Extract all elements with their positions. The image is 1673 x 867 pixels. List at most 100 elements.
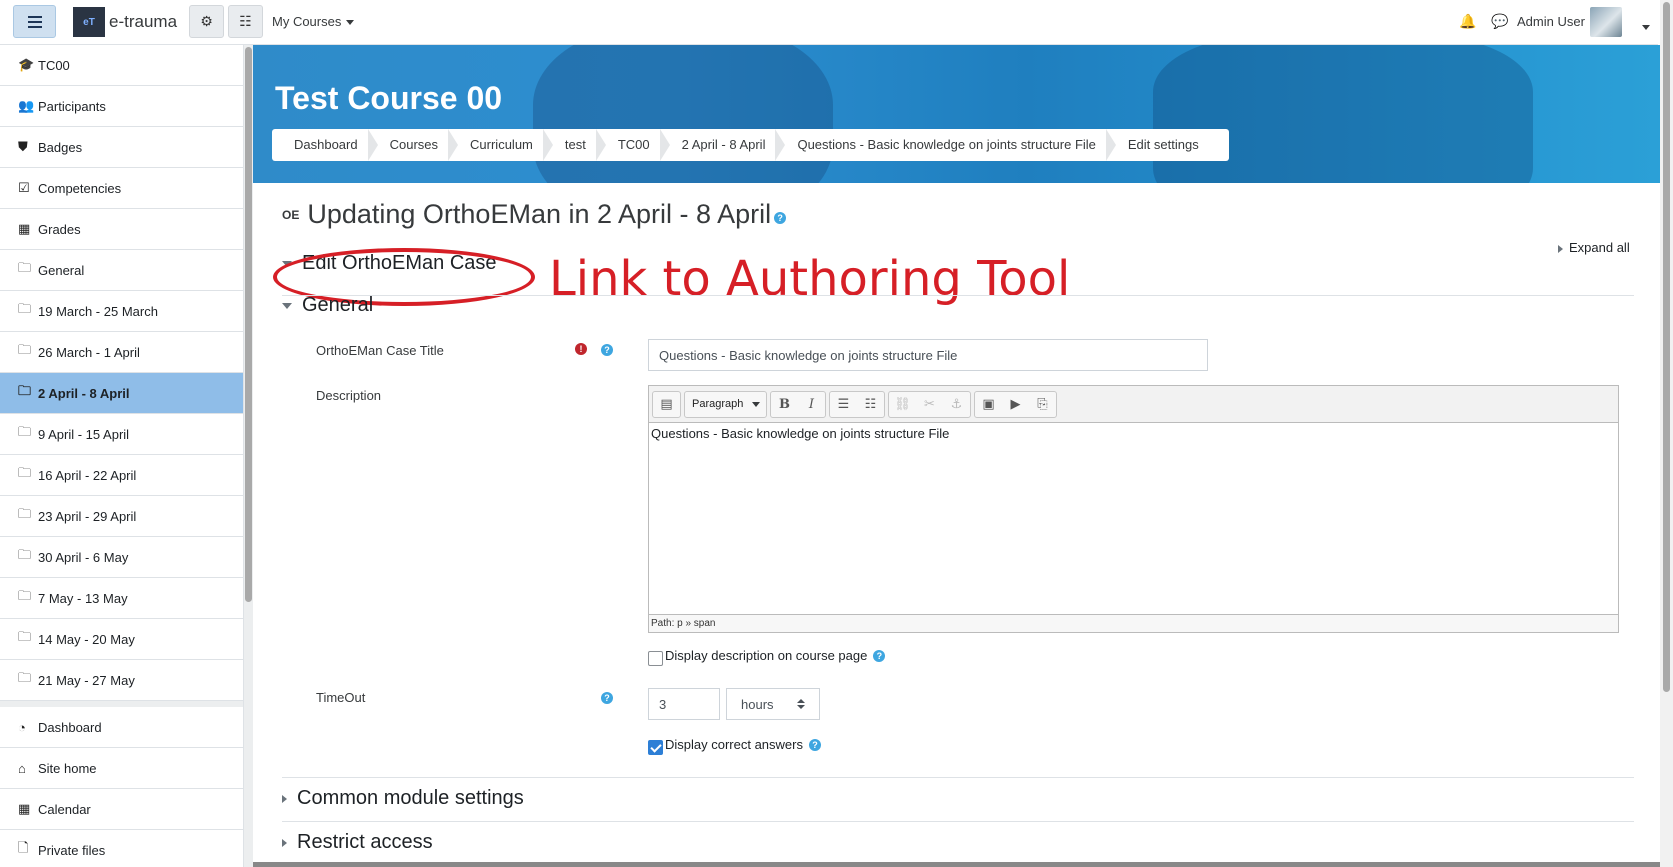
sidebar-item-label: TC00: [38, 57, 70, 73]
sitemap-button[interactable]: ☷: [228, 5, 263, 38]
admin-cogs-button[interactable]: ⚙: [189, 5, 224, 38]
bold-icon[interactable]: B: [771, 392, 798, 417]
help-icon[interactable]: ?: [873, 649, 886, 662]
help-icon[interactable]: ?: [774, 211, 787, 224]
nav-drawer: 🎓 TC00 👥 Participants ⛊ Badges ☑ Competencies ▦ G…: [0, 45, 244, 867]
media-icon[interactable]: ▶: [1002, 392, 1029, 417]
paragraph-format-select[interactable]: Paragraph: [685, 392, 766, 417]
my-courses-label: My Courses: [272, 14, 342, 29]
help-icon[interactable]: ?: [809, 738, 821, 751]
chevron-right-icon: [1558, 244, 1563, 253]
file-icon: 🗋: [18, 840, 29, 855]
italic-icon[interactable]: I: [798, 392, 825, 417]
folder-icon: 🗀: [18, 465, 32, 480]
user-menu-chevron-down-icon[interactable]: [1637, 19, 1650, 37]
breadcrumb-item[interactable]: Edit settings: [1116, 129, 1219, 161]
page-title-text: Updating OrthoEMan in 2 April - 8 April: [307, 199, 772, 229]
page-scrollbar[interactable]: [1660, 0, 1673, 867]
drawer-scrollbar[interactable]: [244, 45, 253, 867]
sidebar-item[interactable]: 🗀 30 April - 6 May: [0, 537, 243, 578]
anchor-icon[interactable]: ⚓: [943, 392, 970, 417]
sidebar-item-label: 2 April - 8 April: [38, 385, 130, 401]
site-brand[interactable]: e-trauma: [109, 12, 177, 32]
editor-content[interactable]: Questions - Basic knowledge on joints st…: [649, 423, 1618, 613]
breadcrumb: Dashboard Courses Curriculum test TC00 2 Apri…: [272, 129, 1229, 161]
sidebar-item[interactable]: 🗀 16 April - 22 April: [0, 455, 243, 496]
breadcrumb-item[interactable]: Courses: [378, 129, 459, 161]
description-editor[interactable]: ▤ Paragraph B I ☰ ☷ ⛓ ✂ ⚓ ▣ ▶ ⎘ Question…: [648, 385, 1619, 633]
sidebar-item[interactable]: ⛊ Badges: [0, 127, 243, 168]
chevron-right-icon: [282, 838, 287, 847]
sidebar-item[interactable]: 🗀 General: [0, 250, 243, 291]
sidebar-item-label: Badges: [38, 139, 83, 155]
sidebar-item[interactable]: 🗀 2 April - 8 April: [0, 373, 243, 414]
messages-icon[interactable]: 💬: [1491, 13, 1508, 30]
sidebar-item[interactable]: 🗀 19 March - 25 March: [0, 291, 243, 332]
unlink-icon[interactable]: ✂: [916, 392, 943, 417]
toolbar-group: ▤: [652, 390, 681, 418]
site-logo[interactable]: eT: [73, 7, 105, 37]
help-icon[interactable]: ?: [601, 344, 613, 356]
link-icon[interactable]: ⛓: [889, 392, 916, 417]
breadcrumb-item[interactable]: Curriculum: [458, 129, 553, 161]
sidebar-item[interactable]: 🗀 14 May - 20 May: [0, 619, 243, 660]
expand-all-link[interactable]: Expand all: [1558, 240, 1630, 255]
general-section-title: General: [302, 294, 374, 316]
toolbar-group: Paragraph: [684, 390, 767, 418]
display-description-checkbox[interactable]: [648, 651, 663, 666]
my-courses-menu[interactable]: My Courses: [272, 14, 355, 29]
toolbar-toggle-icon[interactable]: ▤: [653, 392, 680, 417]
sidebar-item[interactable]: ▦ Grades: [0, 209, 243, 250]
sidebar-item[interactable]: ☑ Competencies: [0, 168, 243, 209]
horizontal-scrollbar[interactable]: [253, 862, 1660, 867]
breadcrumb-item[interactable]: Questions - Basic knowledge on joints st…: [785, 129, 1117, 161]
page-scroll-thumb[interactable]: [1663, 2, 1670, 692]
sidebar-item[interactable]: 👥 Participants: [0, 86, 243, 127]
caret: [1642, 25, 1650, 31]
breadcrumb-item[interactable]: Dashboard: [282, 129, 378, 161]
sidebar-item[interactable]: 🗀 21 May - 27 May: [0, 660, 243, 701]
numbered-list-icon[interactable]: ☷: [857, 392, 884, 417]
folder-icon: 🗀: [18, 424, 32, 439]
common-module-settings-toggle[interactable]: Common module settings: [282, 787, 524, 810]
restrict-access-toggle[interactable]: Restrict access: [282, 831, 433, 854]
sidebar-item[interactable]: 🗋 Private files: [0, 830, 243, 867]
editor-path: Path: p » span: [649, 614, 1618, 632]
timeout-input[interactable]: 3: [648, 688, 720, 720]
sidebar-item[interactable]: ▦ Calendar: [0, 789, 243, 830]
manage-files-icon[interactable]: ⎘: [1029, 392, 1056, 417]
sidebar-item-label: 30 April - 6 May: [38, 549, 129, 565]
sidebar-item[interactable]: ◔ Dashboard: [0, 707, 243, 748]
user-name[interactable]: Admin User: [1517, 14, 1585, 29]
chevron-down-icon: [752, 401, 760, 407]
sidebar-item[interactable]: ⌂ Site home: [0, 748, 243, 789]
display-answers-checkbox[interactable]: [648, 740, 663, 755]
breadcrumb-item[interactable]: 2 April - 8 April: [670, 129, 786, 161]
breadcrumb-item[interactable]: TC00: [606, 129, 670, 161]
avatar[interactable]: [1590, 7, 1622, 37]
breadcrumb-item[interactable]: test: [553, 129, 606, 161]
display-answers-text: Display correct answers: [665, 737, 803, 752]
page-title: OE Updating OrthoEMan in 2 April - 8 Apr…: [282, 199, 787, 230]
case-title-input[interactable]: Questions - Basic knowledge on joints st…: [648, 339, 1208, 371]
sidebar-item[interactable]: 🎓 TC00: [0, 45, 243, 86]
sidebar-item[interactable]: 🗀 26 March - 1 April: [0, 332, 243, 373]
sidebar-item-label: 16 April - 22 April: [38, 467, 137, 483]
general-section-toggle[interactable]: General: [282, 294, 373, 317]
sidebar-item[interactable]: 🗀 9 April - 15 April: [0, 414, 243, 455]
toolbar-group: B I: [770, 390, 826, 418]
bullet-list-icon[interactable]: ☰: [830, 392, 857, 417]
chevron-right-icon: [282, 794, 287, 803]
sidebar-item[interactable]: 🗀 7 May - 13 May: [0, 578, 243, 619]
image-icon[interactable]: ▣: [975, 392, 1002, 417]
sidebar-item-label: 23 April - 29 April: [38, 508, 137, 524]
timeout-unit-select[interactable]: hours: [726, 688, 820, 720]
drawer-scroll-thumb[interactable]: [245, 47, 252, 602]
divider: [282, 777, 1634, 778]
sidebar-item[interactable]: 🗀 23 April - 29 April: [0, 496, 243, 537]
drawer-toggle-button[interactable]: [13, 5, 56, 38]
help-icon[interactable]: ?: [601, 692, 613, 704]
home-icon: ⌂: [18, 760, 26, 776]
notifications-bell-icon[interactable]: 🔔: [1459, 13, 1476, 30]
graduation-cap-icon: 🎓: [18, 57, 35, 72]
